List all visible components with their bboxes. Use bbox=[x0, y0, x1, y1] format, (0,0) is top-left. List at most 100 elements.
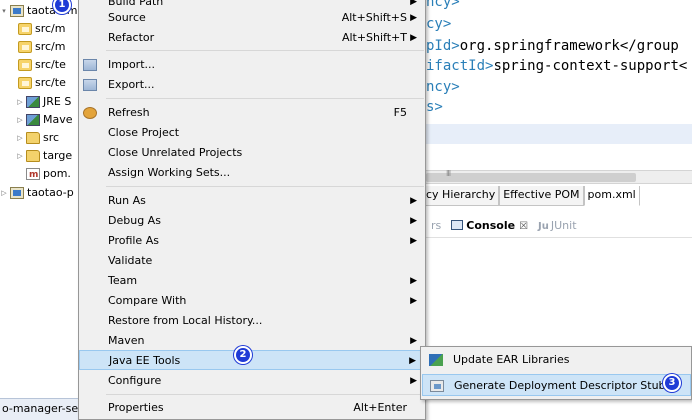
tab-effective-pom[interactable]: Effective POM bbox=[499, 186, 584, 206]
menu-item-label: Configure bbox=[108, 374, 162, 387]
menu-item-profile-as[interactable]: Profile As ▶ bbox=[79, 231, 425, 251]
expand-twisty-icon[interactable]: ▾ bbox=[0, 2, 8, 20]
tree-item-pom[interactable]: pom. bbox=[24, 165, 71, 184]
source-folder-icon bbox=[18, 41, 32, 53]
junit-icon: Ju bbox=[538, 220, 549, 232]
code-line: s> bbox=[426, 97, 443, 117]
xml-tag: s> bbox=[426, 99, 443, 115]
tree-item-folder[interactable]: ▷ src bbox=[16, 129, 59, 147]
menu-item-label: Export... bbox=[108, 78, 155, 91]
code-line: pId>org.springframework</group bbox=[426, 36, 679, 56]
tab-dependency-hierarchy[interactable]: cy Hierarchy bbox=[426, 186, 500, 206]
xml-text: org.springframework</group bbox=[459, 38, 679, 54]
menu-item-compare-with[interactable]: Compare With ▶ bbox=[79, 291, 425, 311]
menu-item-team[interactable]: Team ▶ bbox=[79, 271, 425, 291]
tree-item-maven-library[interactable]: ▷ Mave bbox=[16, 111, 73, 129]
current-line-highlight bbox=[426, 124, 692, 144]
code-line: cy> bbox=[426, 14, 451, 34]
menu-item-label: Generate Deployment Descriptor Stub bbox=[454, 379, 666, 392]
menu-item-java-ee-tools[interactable]: Java EE Tools ▶ bbox=[79, 350, 425, 370]
menu-item-debug-as[interactable]: Debug As ▶ bbox=[79, 211, 425, 231]
source-folder-icon bbox=[18, 59, 32, 71]
menu-item-maven[interactable]: Maven ▶ bbox=[79, 331, 425, 351]
menu-item-shortcut: F5 bbox=[393, 106, 407, 119]
submenu-arrow-icon: ▶ bbox=[409, 356, 416, 366]
menu-item-shortcut: Alt+Shift+T bbox=[341, 31, 407, 44]
menu-item-run-as[interactable]: Run As ▶ bbox=[79, 191, 425, 211]
menu-item-label: Maven bbox=[108, 334, 145, 347]
ear-libraries-icon bbox=[429, 354, 443, 366]
collapse-twisty-icon[interactable]: ▷ bbox=[16, 111, 24, 129]
tab-servers[interactable]: rs bbox=[426, 215, 446, 237]
tree-item-source-folder[interactable]: src/te bbox=[16, 74, 66, 92]
menu-item-restore-from-local-history[interactable]: Restore from Local History... bbox=[79, 311, 425, 331]
tree-item-label: src/te bbox=[35, 58, 66, 71]
xml-tag: ncy> bbox=[426, 0, 460, 10]
tree-item-folder[interactable]: ▷ targe bbox=[16, 147, 72, 165]
menu-item-configure[interactable]: Configure ▶ bbox=[79, 371, 425, 391]
menu-item-label: Refactor bbox=[108, 31, 155, 44]
xml-text: spring-context-support< bbox=[493, 58, 688, 74]
menu-separator bbox=[106, 50, 424, 51]
menu-item-properties[interactable]: Properties Alt+Enter bbox=[79, 398, 425, 418]
menu-item-update-ear-libraries[interactable]: Update EAR Libraries bbox=[422, 349, 691, 371]
collapse-twisty-icon[interactable]: ▷ bbox=[16, 147, 24, 165]
menu-item-import[interactable]: Import... bbox=[79, 55, 425, 75]
menu-item-refactor[interactable]: Refactor Alt+Shift+T ▶ bbox=[79, 28, 425, 48]
bottom-view-tab[interactable]: o-manager-se bbox=[0, 398, 80, 420]
code-line: ncy> bbox=[426, 77, 460, 97]
menu-item-close-project[interactable]: Close Project bbox=[79, 123, 425, 143]
xml-tag: cy> bbox=[426, 16, 452, 32]
menu-item-generate-deployment-descriptor-stub[interactable]: Generate Deployment Descriptor Stub bbox=[422, 374, 691, 396]
menu-separator bbox=[106, 186, 424, 187]
code-line: ncy> bbox=[426, 0, 460, 12]
menu-item-shortcut: Alt+Enter bbox=[353, 401, 407, 414]
menu-item-refresh[interactable]: Refresh F5 bbox=[79, 103, 425, 123]
menu-item-label: Source bbox=[108, 11, 146, 24]
menu-item-source[interactable]: Source Alt+Shift+S ▶ bbox=[79, 8, 425, 28]
refresh-icon bbox=[83, 107, 97, 119]
menu-item-close-unrelated-projects[interactable]: Close Unrelated Projects bbox=[79, 143, 425, 163]
menu-item-assign-working-sets[interactable]: Assign Working Sets... bbox=[79, 163, 425, 183]
submenu-arrow-icon: ▶ bbox=[410, 296, 417, 306]
tree-item-jre-library[interactable]: ▷ JRE S bbox=[16, 93, 71, 111]
menu-item-label: Close Project bbox=[108, 126, 180, 139]
code-line: ifactId>spring-context-support< bbox=[426, 56, 687, 76]
tab-junit[interactable]: Ju JUnit bbox=[533, 215, 581, 237]
pom-editor-tabs: cy Hierarchy Effective POM pom.xml bbox=[426, 186, 640, 206]
collapse-twisty-icon[interactable]: ▷ bbox=[0, 184, 8, 202]
tree-item-source-folder[interactable]: src/m bbox=[16, 38, 65, 56]
tree-item-project[interactable]: ▷ taotao-p bbox=[0, 184, 74, 202]
tab-junit-label: JUnit bbox=[550, 218, 577, 232]
source-folder-icon bbox=[18, 77, 32, 89]
xml-tag: ncy> bbox=[426, 79, 460, 95]
menu-item-label: Profile As bbox=[108, 234, 159, 247]
tree-item-label: targe bbox=[43, 149, 73, 162]
scrollbar-thumb[interactable] bbox=[426, 169, 636, 182]
project-explorer: ▾ taotao-m src/m src/m src/te src/te ▷ JRE… bbox=[0, 0, 80, 420]
menu-item-export[interactable]: Export... bbox=[79, 75, 425, 95]
tree-item-label: pom. bbox=[43, 167, 71, 180]
close-tab-icon[interactable]: ☒ bbox=[519, 221, 528, 232]
folder-icon bbox=[26, 150, 40, 162]
tree-item-source-folder[interactable]: src/m bbox=[16, 20, 65, 38]
tab-console-label: Console bbox=[466, 218, 516, 232]
menu-item-label: Restore from Local History... bbox=[108, 314, 263, 327]
import-icon bbox=[83, 59, 97, 71]
java-ee-tools-submenu: Update EAR Libraries Generate Deployment… bbox=[420, 346, 692, 400]
tab-pom-xml[interactable]: pom.xml bbox=[583, 186, 640, 206]
menu-separator bbox=[106, 394, 424, 395]
horizontal-scrollbar[interactable] bbox=[426, 169, 692, 184]
xml-tag: ifactId> bbox=[426, 58, 494, 74]
tree-item-label: taotao-p bbox=[27, 186, 74, 199]
tab-console[interactable]: Console ☒ bbox=[446, 215, 533, 237]
project-icon bbox=[10, 5, 24, 17]
collapse-twisty-icon[interactable]: ▷ bbox=[16, 129, 24, 147]
collapse-twisty-icon[interactable]: ▷ bbox=[16, 93, 24, 111]
tree-item-source-folder[interactable]: src/te bbox=[16, 56, 66, 74]
submenu-arrow-icon: ▶ bbox=[410, 13, 417, 23]
tree-item-label: Mave bbox=[43, 113, 73, 126]
menu-item-label: Refresh bbox=[108, 106, 150, 119]
menu-item-validate[interactable]: Validate bbox=[79, 251, 425, 271]
menu-item-label: Run As bbox=[108, 194, 146, 207]
